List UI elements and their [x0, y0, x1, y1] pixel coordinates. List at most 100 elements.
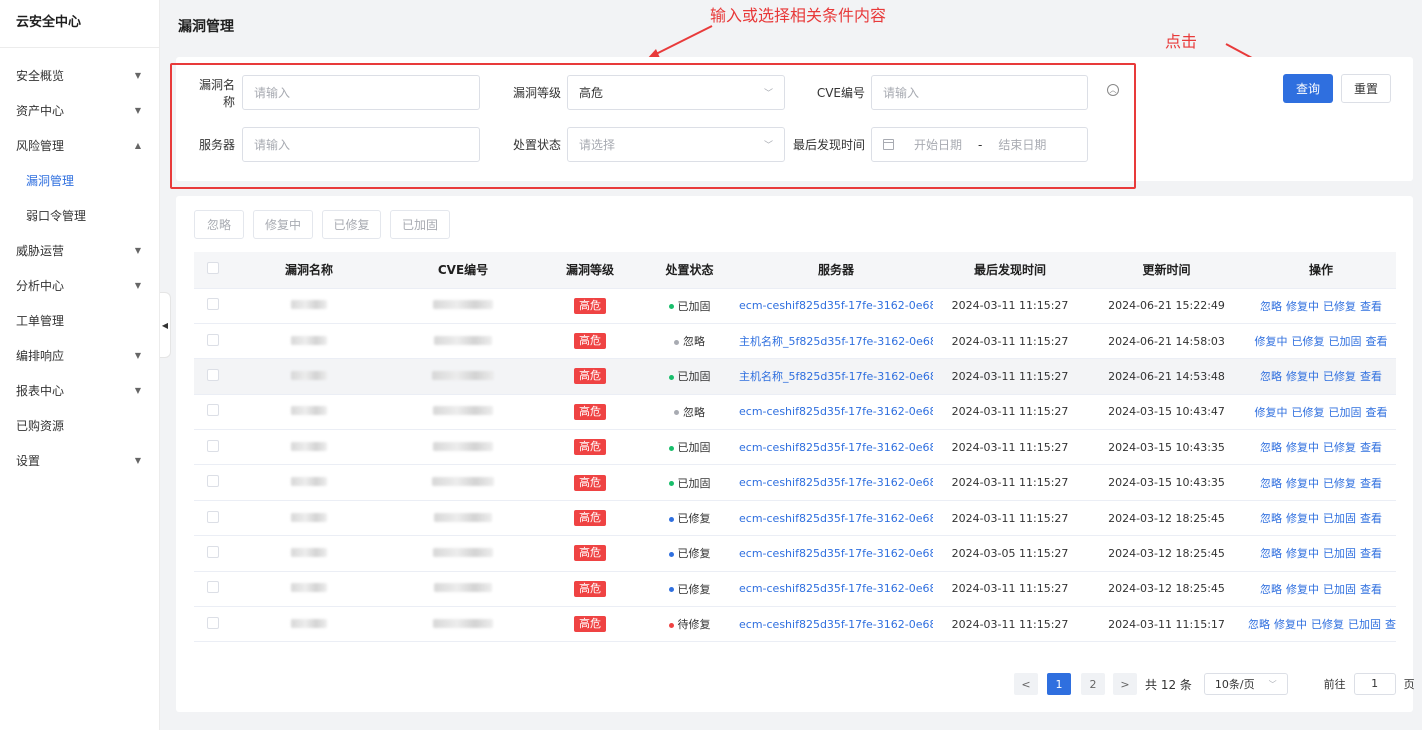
sidebar-item[interactable]: 工单管理 — [0, 303, 159, 338]
server-cell[interactable]: ecm-ceshif825d35f-17fe-3162-0e68-... — [739, 535, 933, 572]
row-action-link[interactable]: 修复中 — [1286, 547, 1319, 560]
row-action-link[interactable]: 已加固 — [1348, 618, 1381, 631]
server-cell[interactable]: ecm-ceshif825d35f-17fe-3162-0e68-... — [739, 394, 933, 431]
bulk-fixed-button[interactable]: 已修复 — [322, 210, 381, 239]
row-action-link[interactable]: 查看 — [1385, 618, 1396, 631]
table-row[interactable]: 高危 忽略 主机名称_5f825d35f-17fe-3162-0e68... 2024… — [194, 323, 1396, 360]
next-page-button[interactable]: > — [1113, 673, 1137, 695]
table-row[interactable]: 高危 已加固 ecm-ceshif825d35f-17fe-3162-0e68-..… — [194, 464, 1396, 501]
row-action-link[interactable]: 已加固 — [1323, 547, 1356, 560]
row-action-link[interactable]: 已加固 — [1323, 583, 1356, 596]
table-row[interactable]: 高危 已加固 ecm-ceshif825d35f-17fe-3162-0e68-..… — [194, 429, 1396, 466]
server-cell[interactable]: ecm-ceshif825d35f-17fe-3162-0e68-... — [739, 571, 933, 608]
row-action-link[interactable]: 修复中 — [1286, 512, 1319, 525]
sidebar-item[interactable]: 报表中心 ▼ — [0, 373, 159, 408]
row-action-link[interactable]: 已修复 — [1323, 477, 1356, 490]
page-1-button[interactable]: 1 — [1047, 673, 1071, 695]
sidebar-item[interactable]: 设置 ▼ — [0, 443, 159, 478]
sidebar-item[interactable]: 风险管理 ▲ — [0, 128, 159, 163]
row-checkbox[interactable] — [194, 571, 232, 608]
row-action-link[interactable]: 修复中 — [1286, 300, 1319, 313]
table-row[interactable]: 高危 已加固 ecm-ceshif825d35f-17fe-3162-0e68-..… — [194, 288, 1396, 324]
sidebar-item[interactable]: 分析中心 ▼ — [0, 268, 159, 303]
row-action-link[interactable]: 已修复 — [1292, 335, 1325, 348]
goto-page-input[interactable]: 1 — [1353, 673, 1396, 695]
row-checkbox[interactable] — [194, 500, 232, 537]
row-action-link[interactable]: 已修复 — [1323, 300, 1356, 313]
row-action-link[interactable]: 忽略 — [1260, 300, 1282, 313]
row-action-link[interactable]: 查看 — [1360, 512, 1382, 525]
sidebar-item[interactable]: 已购资源 — [0, 408, 159, 443]
server-cell[interactable]: ecm-ceshif825d35f-17fe-3162-0e68-... — [739, 464, 933, 501]
server-cell[interactable]: 主机名称_5f825d35f-17fe-3162-0e68... — [739, 323, 933, 360]
sidebar-item[interactable]: 漏洞管理 — [0, 163, 159, 198]
row-checkbox[interactable] — [194, 358, 232, 395]
bulk-ignore-button[interactable]: 忽略 — [194, 210, 244, 239]
table-row[interactable]: 高危 已修复 ecm-ceshif825d35f-17fe-3162-0e68-..… — [194, 571, 1396, 608]
status-cell: 已加固 — [640, 429, 739, 466]
table-row[interactable]: 高危 待修复 ecm-ceshif825d35f-17fe-3162-0e68-..… — [194, 606, 1396, 643]
table-row[interactable]: 高危 已加固 主机名称_5f825d35f-17fe-3162-0e68... 202… — [194, 358, 1396, 395]
table-row[interactable]: 高危 已修复 ecm-ceshif825d35f-17fe-3162-0e68-..… — [194, 535, 1396, 572]
row-action-link[interactable]: 查看 — [1360, 477, 1382, 490]
sidebar-item[interactable]: 编排响应 ▼ — [0, 338, 159, 373]
page-2-button[interactable]: 2 — [1081, 673, 1105, 695]
row-checkbox[interactable] — [194, 323, 232, 360]
row-action-link[interactable]: 忽略 — [1260, 477, 1282, 490]
server-cell[interactable]: 主机名称_5f825d35f-17fe-3162-0e68... — [739, 358, 933, 395]
row-action-link[interactable]: 查看 — [1366, 335, 1388, 348]
bulk-fixing-button[interactable]: 修复中 — [253, 210, 313, 239]
server-cell[interactable]: ecm-ceshif825d35f-17fe-3162-0e68-... — [739, 606, 933, 643]
row-action-link[interactable]: 修复中 — [1255, 335, 1288, 348]
bulk-hardened-button[interactable]: 已加固 — [390, 210, 450, 239]
row-action-link[interactable]: 已加固 — [1329, 335, 1362, 348]
row-action-link[interactable]: 查看 — [1360, 300, 1382, 313]
row-checkbox[interactable] — [194, 464, 232, 501]
row-action-link[interactable]: 查看 — [1360, 547, 1382, 560]
page-size-select[interactable]: 10条/页 ﹀ — [1203, 673, 1288, 695]
server-cell[interactable]: ecm-ceshif825d35f-17fe-3162-0e68-... — [739, 500, 933, 537]
row-checkbox[interactable] — [194, 606, 232, 643]
row-action-link[interactable]: 修复中 — [1255, 406, 1288, 419]
sidebar-item[interactable]: 弱口令管理 — [0, 198, 159, 233]
table-row[interactable]: 高危 已修复 ecm-ceshif825d35f-17fe-3162-0e68-..… — [194, 500, 1396, 537]
row-action-link[interactable]: 已修复 — [1323, 441, 1356, 454]
server-cell[interactable]: ecm-ceshif825d35f-17fe-3162-0e68-... — [739, 429, 933, 466]
row-action-link[interactable]: 修复中 — [1274, 618, 1307, 631]
row-action-link[interactable]: 忽略 — [1260, 547, 1282, 560]
row-checkbox[interactable] — [194, 535, 232, 572]
row-checkbox[interactable] — [194, 394, 232, 431]
sidebar-item[interactable]: 威胁运营 ▼ — [0, 233, 159, 268]
row-action-link[interactable]: 查看 — [1360, 441, 1382, 454]
row-action-link[interactable]: 修复中 — [1286, 441, 1319, 454]
row-action-link[interactable]: 已修复 — [1311, 618, 1344, 631]
select-all-checkbox[interactable] — [194, 252, 232, 289]
row-action-link[interactable]: 已加固 — [1323, 512, 1356, 525]
row-action-link[interactable]: 忽略 — [1260, 512, 1282, 525]
table-row[interactable]: 高危 忽略 ecm-ceshif825d35f-17fe-3162-0e68-...… — [194, 394, 1396, 431]
cve-cell — [386, 464, 540, 501]
reset-button[interactable]: 重置 — [1341, 74, 1391, 103]
status-cell: 已加固 — [640, 288, 739, 324]
row-action-link[interactable]: 修复中 — [1286, 370, 1319, 383]
row-action-link[interactable]: 已修复 — [1292, 406, 1325, 419]
sidebar-collapse-handle[interactable]: ◀ — [160, 292, 171, 358]
row-action-link[interactable]: 查看 — [1360, 370, 1382, 383]
row-action-link[interactable]: 忽略 — [1260, 370, 1282, 383]
row-action-link[interactable]: 修复中 — [1286, 477, 1319, 490]
row-action-link[interactable]: 已修复 — [1323, 370, 1356, 383]
server-cell[interactable]: ecm-ceshif825d35f-17fe-3162-0e68-... — [739, 288, 933, 324]
row-action-link[interactable]: 忽略 — [1248, 618, 1270, 631]
row-action-link[interactable]: 查看 — [1360, 583, 1382, 596]
sidebar-item[interactable]: 安全概览 ▼ — [0, 58, 159, 93]
prev-page-button[interactable]: < — [1014, 673, 1038, 695]
row-checkbox[interactable] — [194, 429, 232, 466]
row-action-link[interactable]: 已加固 — [1329, 406, 1362, 419]
row-action-link[interactable]: 忽略 — [1260, 583, 1282, 596]
row-checkbox[interactable] — [194, 288, 232, 324]
row-action-link[interactable]: 修复中 — [1286, 583, 1319, 596]
query-button[interactable]: 查询 — [1283, 74, 1333, 103]
sidebar-item[interactable]: 资产中心 ▼ — [0, 93, 159, 128]
row-action-link[interactable]: 忽略 — [1260, 441, 1282, 454]
row-action-link[interactable]: 查看 — [1366, 406, 1388, 419]
